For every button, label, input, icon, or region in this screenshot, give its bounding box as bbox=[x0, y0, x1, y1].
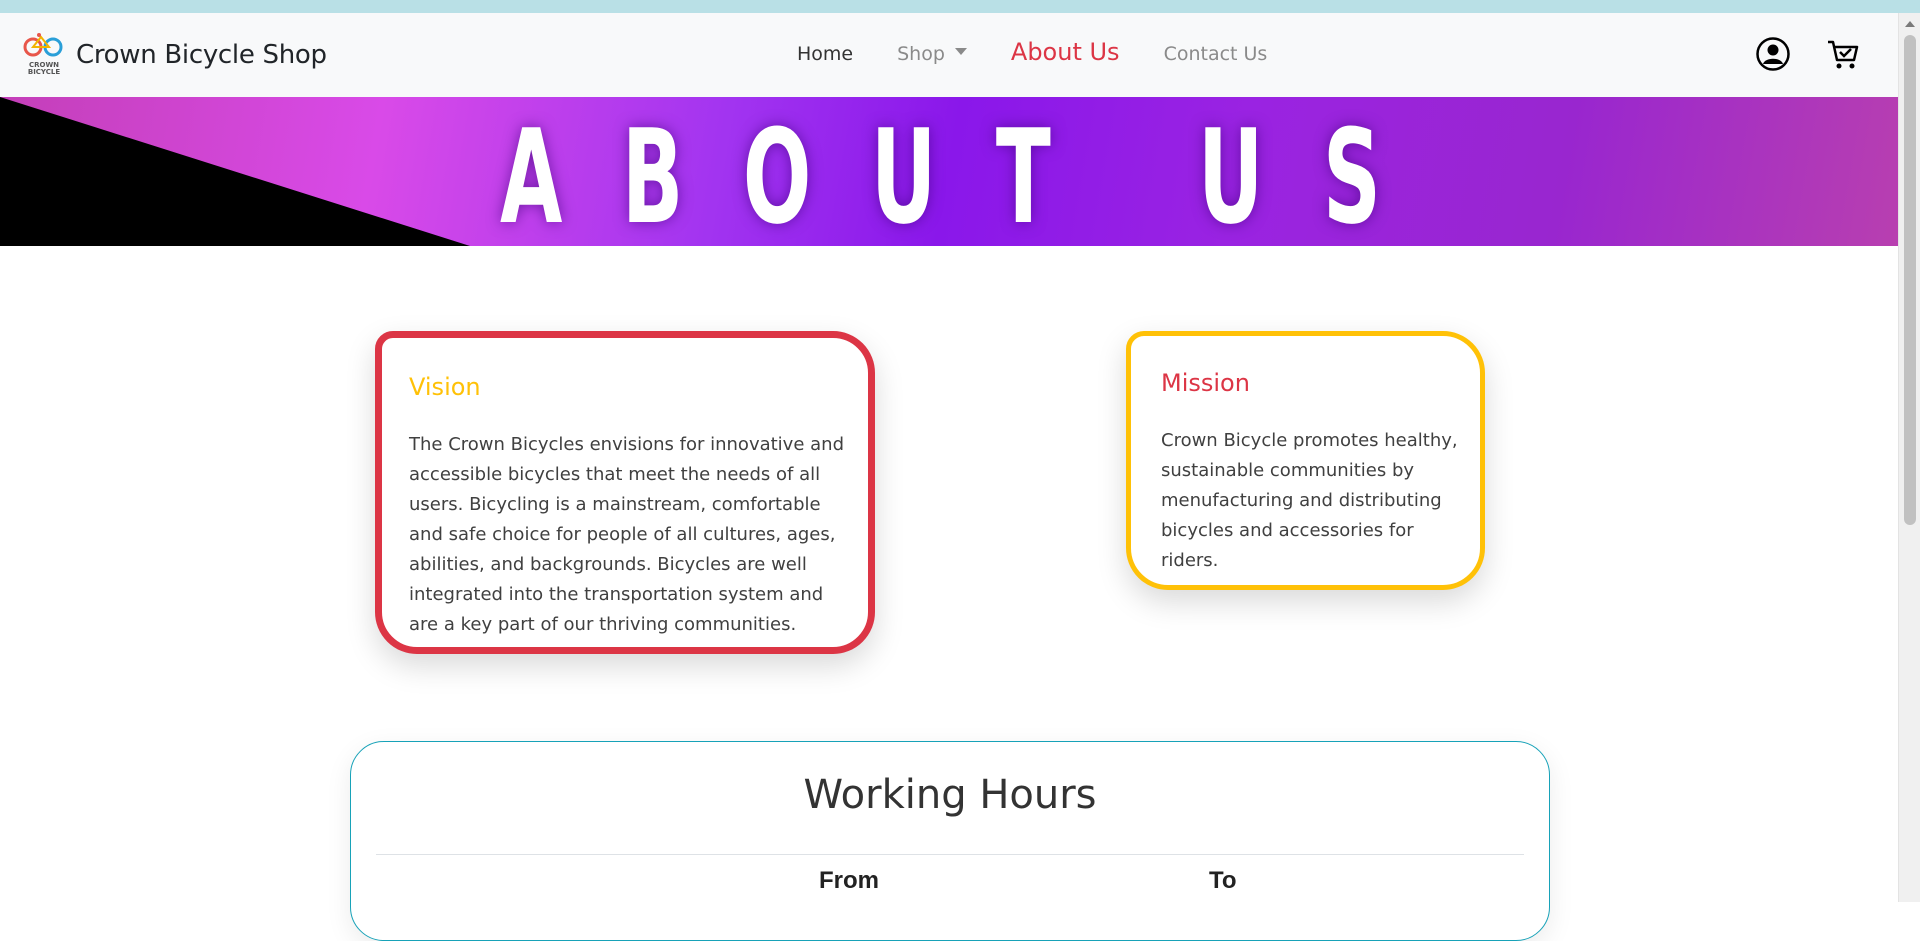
main-nav: Home Shop About Us Contact Us bbox=[797, 38, 1311, 66]
user-circle-icon[interactable] bbox=[1755, 36, 1791, 72]
scrollbar-thumb[interactable] bbox=[1904, 35, 1916, 525]
mission-card: Mission Crown Bicycle promotes healthy, … bbox=[1126, 331, 1485, 590]
svg-text:BICYCLE: BICYCLE bbox=[28, 68, 60, 76]
working-hours-card: Working Hours From To bbox=[350, 741, 1550, 941]
navbar: CROWN BICYCLE Crown Bicycle Shop Home Sh… bbox=[0, 13, 1898, 97]
crown-bicycle-logo: CROWN BICYCLE bbox=[22, 29, 66, 81]
about-banner: ABOUT US bbox=[0, 97, 1898, 246]
nav-about-link[interactable]: About Us bbox=[1011, 38, 1120, 66]
mission-title: Mission bbox=[1161, 369, 1250, 397]
vision-text: The Crown Bicycles envisions for innovat… bbox=[409, 434, 844, 635]
nav-contact-link[interactable]: Contact Us bbox=[1164, 43, 1268, 65]
nav-icons bbox=[1755, 36, 1895, 72]
nav-shop-label: Shop bbox=[897, 43, 945, 65]
brand-name: Crown Bicycle Shop bbox=[76, 40, 327, 70]
cart-icon[interactable] bbox=[1825, 36, 1861, 72]
column-header-to: To bbox=[1209, 867, 1237, 894]
vertical-scrollbar[interactable] bbox=[1898, 13, 1920, 902]
working-hours-title: Working Hours bbox=[803, 772, 1097, 818]
banner-dark-wedge bbox=[0, 97, 470, 246]
browser-top-strip bbox=[0, 0, 1920, 13]
vision-card: Vision The Crown Bicycles envisions for … bbox=[375, 331, 875, 654]
banner-title: ABOUT US bbox=[500, 101, 1441, 246]
mission-text: Crown Bicycle promotes healthy, sustaina… bbox=[1161, 430, 1458, 571]
column-header-from: From bbox=[819, 867, 879, 894]
scroll-up-arrow-icon[interactable] bbox=[1905, 21, 1915, 27]
nav-home-link[interactable]: Home bbox=[797, 43, 853, 65]
nav-shop-dropdown[interactable]: Shop bbox=[897, 43, 967, 65]
chevron-down-icon bbox=[954, 48, 967, 55]
divider bbox=[376, 854, 1524, 855]
vision-title: Vision bbox=[409, 373, 481, 401]
brand[interactable]: CROWN BICYCLE Crown Bicycle Shop bbox=[22, 29, 327, 81]
